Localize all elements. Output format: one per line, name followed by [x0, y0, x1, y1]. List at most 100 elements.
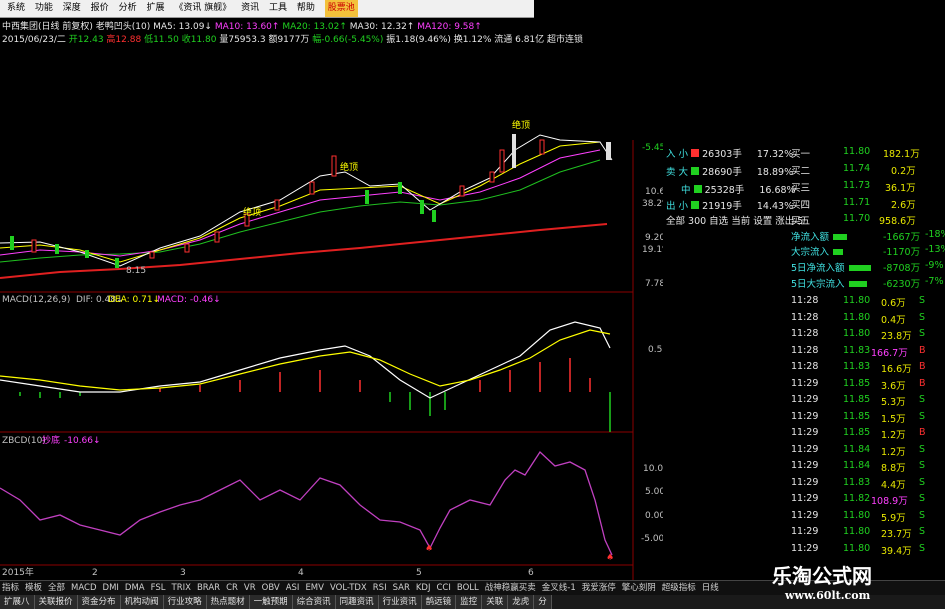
watermark-url: www.60lt.com: [785, 589, 871, 602]
indicator-tab[interactable]: 模板: [25, 581, 42, 595]
top-signal-2: 绝顶: [340, 161, 358, 173]
bottom-tab[interactable]: 同趣资讯: [335, 595, 379, 609]
xaxis-apr: 4: [298, 568, 304, 578]
kline-chart-area[interactable]: 绝顶 绝顶 绝顶 8.15 -5.45% 10.61 38.2% 9.20 19…: [0, 0, 663, 580]
low-price-label: 8.15: [126, 266, 146, 276]
bottom-tab[interactable]: 行业资讯: [378, 595, 422, 609]
tick-row: 11:29 11.85 5.3万 S: [791, 394, 926, 408]
price-axis-tick-1: 10.61: [645, 187, 663, 197]
indicator-tab[interactable]: CCI: [437, 581, 451, 595]
tick-row: 11:29 11.80 5.9万 S: [791, 509, 926, 524]
bottom-tab[interactable]: 关联报价: [34, 595, 78, 609]
macd-dea-line: [0, 329, 611, 391]
tick-row: 11:29 11.85 1.2万 B: [791, 427, 926, 441]
indicator-tab[interactable]: DMA: [125, 581, 145, 595]
netflow-3: 5日净流入额 -8708万 -9%: [791, 260, 944, 274]
zbcd-tick-0: 0.00: [645, 511, 663, 521]
netflow-4: 5日大宗流入 -6230万 -7%: [791, 276, 944, 290]
tick-row: 11:29 11.85 3.6万 B: [791, 377, 926, 392]
bottom-tab[interactable]: 热点题材: [206, 595, 250, 609]
tick-row: 11:29 11.82 108.9万 S: [791, 493, 926, 507]
ma20-line: [0, 149, 601, 257]
ma30-line: [0, 159, 601, 263]
tick-row: 11:29 11.80 39.4万 S: [791, 542, 926, 557]
indicator-tab[interactable]: OBV: [262, 581, 280, 595]
bottom-tab[interactable]: 监控: [456, 595, 483, 609]
tick-row: 11:28 11.80 0.6万 S: [791, 295, 926, 309]
macd-dea: DEA: 0.71↓: [108, 295, 160, 305]
xaxis-year: 2015年: [2, 566, 34, 578]
indicator-tab[interactable]: KDJ: [416, 581, 431, 595]
macd-label: MACD(12,26,9): [2, 295, 70, 305]
flow-row-2: 卖 大 28690手 18.89%: [666, 167, 794, 178]
indicator-tab[interactable]: 指标: [2, 581, 19, 595]
tick-row: 11:28 11.80 0.4万 S: [791, 311, 926, 326]
tick-row: 11:29 11.80 23.7万 S: [791, 526, 926, 540]
bottom-tab[interactable]: 龙虎: [508, 595, 535, 609]
indicator-tab[interactable]: 超级指标: [662, 581, 696, 595]
macd-value: MACD: -0.46↓: [157, 295, 221, 305]
xaxis-jun: 6: [528, 568, 534, 578]
indicator-tab[interactable]: ASI: [286, 581, 300, 595]
bottom-tab[interactable]: 机构动阀: [120, 595, 164, 609]
flow-row-1: 入 小 26303手 17.32%: [666, 149, 794, 160]
indicator-tab[interactable]: MACD: [71, 581, 96, 595]
indicator-tab[interactable]: VR: [244, 581, 256, 595]
bid-1: 买一 11.80 182.1万: [791, 146, 920, 160]
top-signal-3: 绝顶: [512, 119, 530, 131]
zbcd-tick-neg5: -5.00: [641, 534, 663, 544]
indicator-tab[interactable]: TRIX: [172, 581, 191, 595]
macd-axis-tick: 0.50: [648, 345, 663, 355]
netflow-1: 净流入额-1667万-18%: [791, 229, 945, 243]
indicator-tab[interactable]: 擎心刻阴: [622, 581, 656, 595]
watermark-title: 乐淘公式网: [772, 564, 872, 588]
indicator-tab[interactable]: RSI: [373, 581, 387, 595]
bottom-tab[interactable]: 综合资讯: [292, 595, 336, 609]
netflow-2: 大宗流入-1170万-13%: [791, 244, 945, 258]
bottom-tab[interactable]: 扩展八: [0, 595, 35, 609]
indicator-tab[interactable]: 金叉线-1: [542, 581, 576, 595]
indicator-tab[interactable]: DMI: [103, 581, 119, 595]
indicator-tab[interactable]: CR: [226, 581, 238, 595]
bottom-tab[interactable]: 一触预期: [249, 595, 293, 609]
zbcd-line: [0, 450, 613, 556]
zbcd-value: -10.66↓: [64, 436, 101, 446]
indicator-tab[interactable]: BOLL: [457, 581, 479, 595]
tick-row: 11:29 11.84 1.2万 S: [791, 443, 926, 458]
flow-footer[interactable]: 全部 300 自选 当前 设置 涨出 5: [666, 213, 803, 227]
bid-2: 买二 11.74 0.2万: [791, 163, 916, 177]
bid-3: 买三 11.73 36.1万: [791, 180, 916, 194]
zbcd-label: ZBCD(10): [2, 436, 46, 446]
zbcd-name: 抄底: [42, 434, 60, 446]
tick-row: 11:29 11.84 8.8万 S: [791, 460, 926, 474]
bottom-tab[interactable]: 鹊远镜: [421, 595, 457, 609]
bottom-tab[interactable]: 关联: [482, 595, 509, 609]
ma5-line: [0, 134, 613, 267]
right-panel: 入 小 26303手 17.32% 卖 大 28690手 18.89% 中 25…: [663, 140, 945, 595]
flow-row-3: 中 25328手 16.68%: [681, 185, 796, 196]
indicator-tab[interactable]: 日线: [702, 581, 719, 595]
xaxis-feb: 2: [92, 568, 98, 578]
indicator-tab[interactable]: FSL: [151, 581, 166, 595]
bottom-tab[interactable]: 分: [534, 595, 552, 609]
indicator-tab[interactable]: EMV: [305, 581, 324, 595]
bid-4: 买四 11.71 2.6万: [791, 197, 916, 211]
indicator-tab[interactable]: BRAR: [197, 581, 220, 595]
price-axis-tick-3: 7.78: [645, 279, 663, 289]
bottom-tab[interactable]: 资金分布: [77, 595, 121, 609]
xaxis-mar: 3: [180, 568, 186, 578]
bottom-tab[interactable]: 行业攻略: [163, 595, 207, 609]
indicator-tab[interactable]: 我爱涨停: [582, 581, 616, 595]
indicator-tab[interactable]: 战神稳赢买卖: [485, 581, 536, 595]
indicator-tab[interactable]: 全部: [48, 581, 65, 595]
tick-row: 11:28 11.80 23.8万 S: [791, 328, 926, 342]
price-axis-tick-2: 9.20: [645, 233, 663, 243]
flow-row-4: 出 小 21919手 14.43%: [666, 201, 794, 212]
price-axis-fib-2: 19.1%: [642, 245, 663, 255]
indicator-tab[interactable]: VOL-TDX: [330, 581, 367, 595]
price-axis-pct-top: -5.45%: [642, 143, 663, 153]
ma120-line: [0, 223, 608, 279]
candlesticks: [10, 134, 611, 268]
indicator-tab[interactable]: SAR: [393, 581, 410, 595]
top-signal-1: 绝顶: [243, 206, 261, 218]
